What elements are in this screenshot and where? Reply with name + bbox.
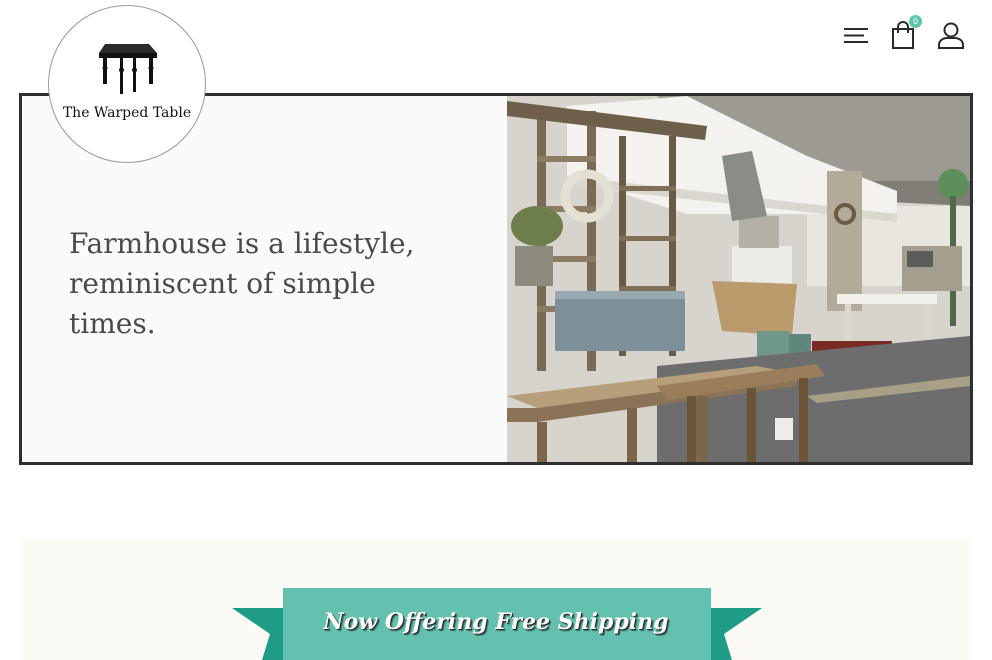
account-button[interactable] [936, 20, 966, 50]
page: Farmhouse is a lifestyle, reminiscent of… [0, 0, 992, 660]
free-shipping-text: Now Offering Free Shipping [323, 609, 669, 635]
hero-headline: Farmhouse is a lifestyle, reminiscent of… [69, 227, 415, 340]
hero-market-photo [507, 96, 970, 462]
shipping-promo-section: Now Offering Free Shipping [20, 538, 972, 660]
table-icon [99, 44, 157, 94]
account-icon [938, 22, 964, 49]
menu-icon [844, 28, 868, 43]
menu-button[interactable] [840, 20, 870, 50]
logo-text: The Warped Table [62, 105, 192, 121]
cart-count-badge: 0 [909, 15, 922, 28]
cart-button[interactable]: 0 [888, 15, 922, 50]
site-logo[interactable]: The Warped Table [48, 5, 206, 163]
header-actions: 0 [840, 15, 966, 50]
